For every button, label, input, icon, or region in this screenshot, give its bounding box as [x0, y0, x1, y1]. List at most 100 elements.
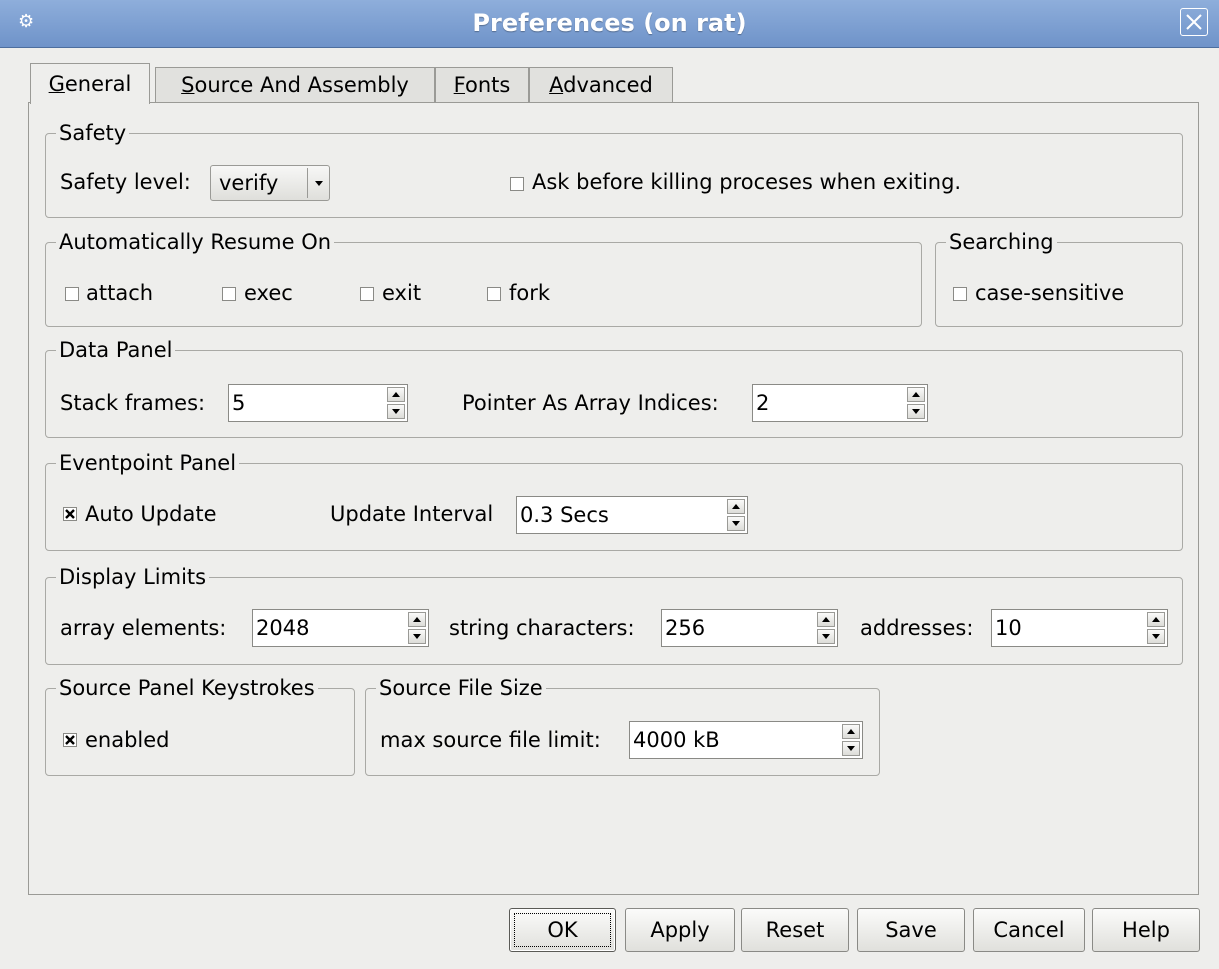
safety-legend: Safety	[56, 119, 130, 147]
arrow-down-icon	[912, 409, 920, 414]
ask-before-killing-checkbox[interactable]	[510, 177, 524, 191]
apply-button[interactable]: Apply	[625, 908, 735, 952]
addresses-spinner[interactable]: 10	[991, 609, 1168, 647]
pointer-array-indices-value: 2	[756, 391, 770, 415]
stack-frames-decrement[interactable]	[387, 404, 405, 419]
tab-advanced-mnemonic: A	[549, 73, 564, 97]
case-sensitive-checkbox[interactable]	[953, 287, 967, 301]
max-source-file-limit-value: 4000 kB	[633, 728, 720, 752]
source-file-size-legend: Source File Size	[376, 674, 546, 702]
arrow-down-icon	[413, 634, 421, 639]
display-limits-legend: Display Limits	[56, 563, 210, 591]
checkmark-icon	[65, 735, 75, 745]
stack-frames-spinner[interactable]: 5	[228, 384, 408, 422]
tab-general[interactable]: General	[30, 63, 150, 104]
update-interval-increment[interactable]	[727, 499, 745, 514]
enabled-checkbox[interactable]	[63, 733, 77, 747]
exec-checkbox[interactable]	[222, 287, 236, 301]
attach-label: attach	[86, 281, 154, 305]
max-source-file-limit-increment[interactable]	[842, 724, 860, 739]
tab-source-label: ource And Assembly	[194, 73, 409, 97]
string-characters-value: 256	[665, 616, 706, 640]
exit-checkbox[interactable]	[360, 287, 374, 301]
safety-level-value: verify	[219, 171, 279, 195]
case-sensitive-label: case-sensitive	[975, 281, 1125, 305]
auto-update-checkbox[interactable]	[63, 507, 77, 521]
attach-checkbox[interactable]	[65, 287, 79, 301]
arrow-down-icon	[1152, 634, 1160, 639]
pointer-array-indices-increment[interactable]	[907, 387, 925, 402]
arrow-down-icon	[822, 634, 830, 639]
addresses-increment[interactable]	[1147, 612, 1165, 627]
array-elements-decrement[interactable]	[408, 629, 426, 644]
string-characters-increment[interactable]	[817, 612, 835, 627]
arrow-up-icon	[732, 504, 740, 509]
arrow-down-icon	[392, 409, 400, 414]
arrow-up-icon	[912, 392, 920, 397]
ok-button[interactable]: OK	[509, 908, 616, 952]
chevron-down-icon	[315, 181, 323, 186]
array-elements-increment[interactable]	[408, 612, 426, 627]
update-interval-label: Update Interval	[330, 502, 494, 526]
reset-button[interactable]: Reset	[741, 908, 849, 952]
arrow-up-icon	[413, 617, 421, 622]
array-elements-spinner[interactable]: 2048	[252, 609, 429, 647]
ask-before-killing-label: Ask before killing proceses when exiting…	[532, 170, 962, 194]
pointer-array-indices-spinner[interactable]: 2	[752, 384, 928, 422]
focus-ring	[514, 913, 611, 947]
stack-frames-value: 5	[232, 391, 246, 415]
max-source-file-limit-decrement[interactable]	[842, 741, 860, 756]
fork-label: fork	[509, 281, 551, 305]
arrow-up-icon	[822, 617, 830, 622]
pointer-array-indices-decrement[interactable]	[907, 404, 925, 419]
checkmark-icon	[65, 509, 75, 519]
arrow-up-icon	[392, 392, 400, 397]
update-interval-decrement[interactable]	[727, 516, 745, 531]
searching-legend: Searching	[946, 228, 1057, 256]
reset-button-label: Reset	[765, 918, 825, 942]
update-interval-spinner[interactable]: 0.3 Secs	[516, 496, 748, 534]
tab-general-label: eneral	[64, 72, 132, 96]
tab-fonts[interactable]: Fonts	[435, 67, 529, 103]
cancel-button[interactable]: Cancel	[973, 908, 1085, 952]
window-title: Preferences (on rat)	[472, 9, 747, 37]
tab-source-and-assembly[interactable]: Source And Assembly	[155, 67, 435, 103]
source-keystrokes-legend: Source Panel Keystrokes	[56, 674, 318, 702]
title-bar[interactable]: ⚙ Preferences (on rat)	[0, 0, 1219, 48]
apply-button-label: Apply	[650, 918, 710, 942]
array-elements-value: 2048	[256, 616, 310, 640]
fork-checkbox[interactable]	[487, 287, 501, 301]
string-characters-label: string characters:	[449, 616, 635, 640]
data-panel-legend: Data Panel	[56, 336, 176, 364]
max-source-file-limit-spinner[interactable]: 4000 kB	[629, 721, 863, 759]
string-characters-spinner[interactable]: 256	[661, 609, 838, 647]
close-window-button[interactable]	[1180, 8, 1208, 36]
array-elements-label: array elements:	[60, 616, 227, 640]
close-icon	[1186, 14, 1202, 30]
save-button-label: Save	[885, 918, 937, 942]
stack-frames-label: Stack frames:	[60, 391, 206, 415]
max-source-file-limit-label: max source file limit:	[380, 728, 601, 752]
arrow-up-icon	[847, 729, 855, 734]
tab-advanced[interactable]: Advanced	[529, 67, 673, 103]
tab-general-mnemonic: G	[48, 72, 65, 96]
arrow-down-icon	[732, 521, 740, 526]
exec-label: exec	[244, 281, 293, 305]
addresses-label: addresses:	[860, 616, 974, 640]
pointer-array-indices-label: Pointer As Array Indices:	[462, 391, 719, 415]
stack-frames-increment[interactable]	[387, 387, 405, 402]
addresses-decrement[interactable]	[1147, 629, 1165, 644]
tab-fonts-mnemonic: F	[453, 73, 465, 97]
save-button[interactable]: Save	[857, 908, 965, 952]
string-characters-decrement[interactable]	[817, 629, 835, 644]
enabled-label: enabled	[85, 728, 170, 752]
safety-level-label: Safety level:	[60, 170, 191, 194]
tab-advanced-label: dvanced	[563, 73, 653, 97]
auto-resume-group: Automatically Resume On	[45, 228, 922, 327]
arrow-up-icon	[1152, 617, 1160, 622]
arrow-down-icon	[847, 746, 855, 751]
safety-level-combo[interactable]: verify	[210, 165, 330, 201]
help-button[interactable]: Help	[1092, 908, 1200, 952]
help-button-label: Help	[1122, 918, 1170, 942]
tab-fonts-label: onts	[465, 73, 511, 97]
